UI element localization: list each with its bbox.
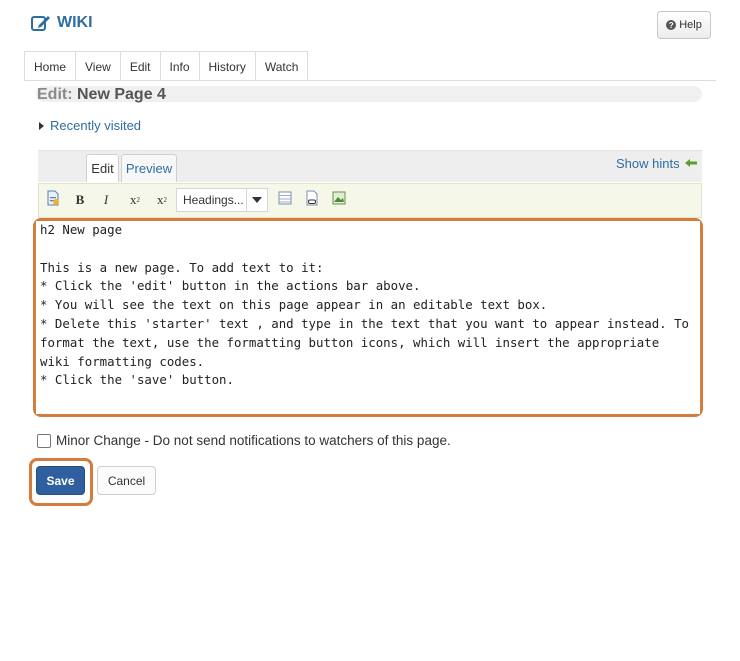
image-icon <box>332 191 346 209</box>
headings-value: Headings... <box>183 193 244 207</box>
show-hints-link[interactable]: Show hints <box>616 156 698 171</box>
link-icon <box>305 190 319 210</box>
minor-change-label: Minor Change - Do not send notifications… <box>56 433 451 448</box>
editor-tab-preview[interactable]: Preview <box>121 154 177 182</box>
dropdown-arrow-icon <box>246 189 267 211</box>
recently-visited-toggle[interactable]: Recently visited <box>39 118 141 133</box>
nav-tab-view[interactable]: View <box>76 52 121 81</box>
nav-tab-info[interactable]: Info <box>161 52 200 81</box>
page-icon-button[interactable] <box>44 190 62 210</box>
page-title: Edit: New Page 4 <box>37 86 166 104</box>
image-button[interactable] <box>331 191 347 209</box>
bold-button[interactable]: B <box>72 191 88 209</box>
table-button[interactable] <box>277 191 293 209</box>
help-button[interactable]: ? Help <box>657 11 711 39</box>
nav-tab-home[interactable]: Home <box>25 52 77 81</box>
superscript-button[interactable]: x2 <box>125 191 145 209</box>
page-title-text: New Page 4 <box>77 86 166 103</box>
wiki-title: WIKI <box>31 12 93 34</box>
arrow-left-icon <box>684 156 698 171</box>
help-label: Help <box>679 19 702 31</box>
nav-tab-watch[interactable]: Watch <box>256 52 308 81</box>
nav-tab-edit[interactable]: Edit <box>121 52 161 81</box>
minor-change-option[interactable]: Minor Change - Do not send notifications… <box>37 433 451 448</box>
headings-select[interactable]: Headings... <box>176 188 268 212</box>
subscript-button[interactable]: x2 <box>152 191 172 209</box>
page-icon <box>45 190 61 210</box>
nav-tab-history[interactable]: History <box>200 52 256 81</box>
wiki-label: WIKI <box>57 14 93 31</box>
italic-button[interactable]: I <box>99 191 113 209</box>
editor-tab-edit[interactable]: Edit <box>86 154 119 182</box>
link-button[interactable] <box>304 190 320 210</box>
tool-nav: Home View Edit Info History Watch <box>24 51 309 81</box>
wiki-content-textarea[interactable]: h2 New page This is a new page. To add t… <box>36 221 700 414</box>
nav-divider <box>24 80 716 81</box>
edit-icon <box>31 14 51 32</box>
table-icon <box>278 191 292 209</box>
caret-right-icon <box>39 121 44 130</box>
save-button[interactable]: Save <box>36 466 85 495</box>
minor-change-checkbox[interactable] <box>37 433 51 448</box>
question-icon: ? <box>666 20 677 30</box>
show-hints-label: Show hints <box>616 156 680 171</box>
recently-visited-label: Recently visited <box>50 118 142 133</box>
cancel-button[interactable]: Cancel <box>97 466 156 495</box>
page-title-prefix: Edit: <box>37 86 73 103</box>
